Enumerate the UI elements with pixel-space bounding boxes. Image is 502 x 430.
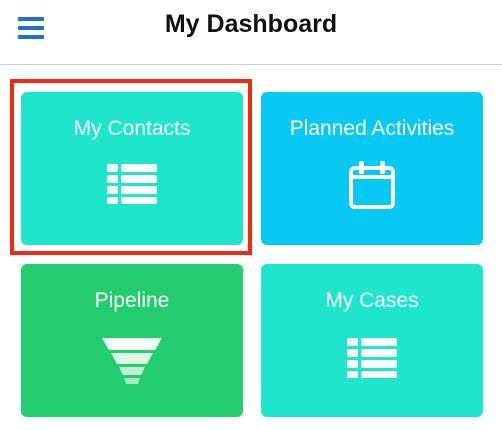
list-icon [107,164,157,204]
tile-my-contacts[interactable]: My Contacts [21,92,243,245]
tile-label: Pipeline [94,289,170,312]
page-title: My Dashboard [164,10,338,38]
tile-label: My Contacts [73,117,191,140]
tile-label: Planned Activities [289,117,455,140]
app-header: My Dashboard [0,0,502,65]
tile-my-cases[interactable]: My Cases [261,264,483,417]
calendar-icon [349,161,395,209]
tile-label: My Cases [325,289,419,312]
funnel-icon [102,338,162,384]
tile-planned-activities[interactable]: Planned Activities [261,92,483,245]
list-icon [347,338,397,378]
tile-pipeline[interactable]: Pipeline [21,264,243,417]
